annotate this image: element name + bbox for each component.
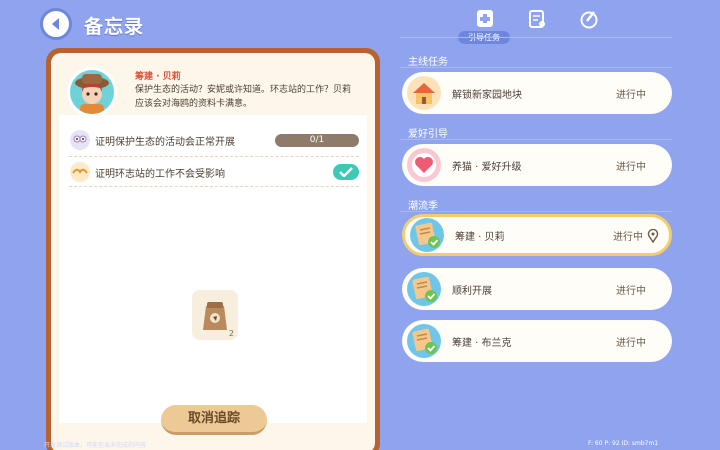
checklist-icon [407,272,441,306]
clipboard-icon[interactable] [526,8,548,30]
quest-title: 筹建 · 布兰克 [452,337,512,349]
checkmark-icon [339,167,353,177]
quest-title: 顺利开展 [452,285,492,297]
task-label: 证明保护生态的活动会正常开展 [95,136,235,148]
owl-icon [70,130,90,150]
seagull-icon [70,162,90,182]
quest-item-selected[interactable]: 筹建 · 贝莉 进行中 [402,214,672,256]
debug-notice: 开发调试版本，可能包含未完成的内容 [44,442,147,449]
npc-name: 筹建 · 贝莉 [135,72,181,82]
quest-status: 进行中 [616,337,646,349]
divider [69,186,359,187]
back-arrow-icon [52,18,59,30]
checklist-icon [410,218,444,252]
section-hobby-guide: 爱好引导 [408,129,448,140]
npc-dialogue: 保护生态的活动？安妮或许知道。环志站的工作？贝莉应该会对海鸥的资料卡满意。 [135,85,352,109]
section-trend-season: 潮流季 [408,201,438,212]
reward-item[interactable]: 2 [192,290,238,340]
section-main-quest: 主线任务 [408,57,448,68]
page-title: 备忘录 [84,16,145,38]
collection-icon[interactable] [578,8,600,30]
divider [69,156,359,157]
location-pin-icon [647,229,659,243]
quest-title: 养猫 · 爱好升级 [452,161,522,173]
item-count: 2 [228,329,234,338]
guide-task-icon[interactable] [474,8,496,30]
section-divider [400,139,672,140]
quest-status: 进行中 [616,89,646,101]
quest-status: 进行中 [613,231,643,243]
memo-panel: 筹建 · 贝莉 保护生态的活动？安妮或许知道。环志站的工作？贝莉应该会对海鸥的资… [46,48,380,450]
memo-inner: 筹建 · 贝莉 保护生态的活动？安妮或许知道。环志站的工作？贝莉应该会对海鸥的资… [51,53,375,450]
task-row: 证明环志站的工作不会受影响 [69,159,359,185]
quest-item[interactable]: 筹建 · 布兰克 进行中 [402,320,672,362]
section-divider [400,211,672,212]
npc-avatar [67,67,117,117]
task-label: 证明环志站的工作不会受影响 [95,168,225,180]
house-icon [407,76,441,110]
task-progress: 0/1 [275,133,359,147]
quest-title: 筹建 · 贝莉 [455,231,505,243]
heart-icon [407,148,441,182]
tab-divider [400,37,672,38]
section-divider [400,67,672,68]
quest-item[interactable]: 解锁新家园地块 进行中 [402,72,672,114]
task-row: 证明保护生态的活动会正常开展 0/1 [69,127,359,153]
quest-status: 进行中 [616,285,646,297]
debug-stats: F: 60 P: 92 ID: smb7m1 [588,440,659,447]
quest-item[interactable]: 养猫 · 爱好升级 进行中 [402,144,672,186]
quest-item[interactable]: 顺利开展 进行中 [402,268,672,310]
task-complete-check [333,164,359,180]
checklist-icon [407,324,441,358]
cancel-tracking-button[interactable]: 取消追踪 [161,405,267,435]
back-button[interactable] [40,8,72,40]
npc-portrait-icon [75,74,109,114]
quest-title: 解锁新家园地块 [452,89,522,101]
quest-status: 进行中 [616,161,646,173]
